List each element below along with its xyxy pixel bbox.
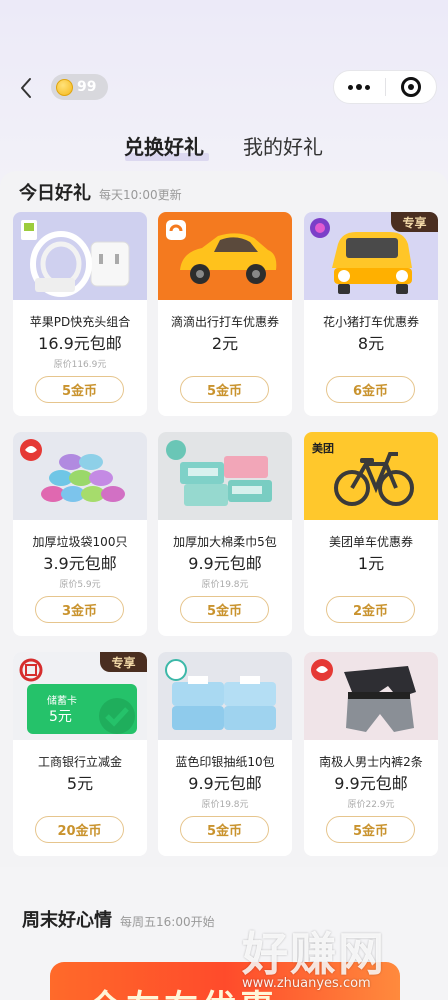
tab-my-gifts[interactable]: 我的好礼: [243, 131, 323, 160]
gift-original-price: 原价22.9元: [347, 800, 395, 810]
meituan-bike-image: 美团: [304, 432, 438, 520]
gift-price: 9.9元包邮: [334, 774, 408, 793]
gift-name: 蓝色印银抽纸10包: [175, 755, 275, 769]
meituan-logo-text: 美团: [312, 442, 334, 455]
gift-card-huaxiaozhu-coupon[interactable]: 专享 花小猪打车优惠券 8元 6金币: [304, 212, 438, 416]
gift-price: 16.9元包邮: [38, 334, 122, 353]
more-icon[interactable]: [334, 84, 385, 90]
gift-card-underwear[interactable]: 南极人男士内裤2条 9.9元包邮 原价22.9元 5金币: [304, 652, 438, 856]
section-title: 今日好礼: [19, 183, 91, 204]
watermark-url: www.zhuanyes.com: [242, 976, 371, 991]
section-subtitle: 每天10:00更新: [99, 188, 182, 202]
icbc-card-title: 储蓄卡: [47, 696, 77, 707]
gift-card-icbc[interactable]: 储蓄卡 5元 专享 工商银行立减金 5元 20金币: [13, 652, 147, 856]
gift-original-price: 原价5.9元: [59, 580, 101, 590]
close-icon[interactable]: [385, 77, 436, 97]
gift-original-price: 原价116.9元: [53, 360, 107, 370]
didi-car-image: [158, 212, 292, 300]
gift-price: 5元: [66, 774, 94, 793]
panel-header: 今日好礼 每天10:00更新: [19, 179, 182, 205]
gift-card-apple-charger[interactable]: 苹果PD快充头组合 16.9元包邮 原价116.9元 5金币: [13, 212, 147, 416]
weekend-subtitle: 每周五16:00开始: [120, 915, 215, 929]
site-watermark: 好赚网 www.zhuanyes.com: [236, 918, 436, 998]
back-arrow-icon[interactable]: [16, 76, 38, 100]
redeem-button[interactable]: 5金币: [35, 376, 124, 403]
watermark-logo: 好赚网: [242, 927, 386, 981]
coin-count: 99: [77, 79, 97, 95]
gift-price: 3.9元包邮: [43, 554, 117, 573]
today-gifts-panel: 今日好礼 每天10:00更新 苹果PD快充头组合 16.9元包邮 原价116.9…: [0, 171, 448, 867]
gift-card-meituan-bike[interactable]: 美团 美团单车优惠券 1元 2金币: [304, 432, 438, 636]
redeem-button[interactable]: 20金币: [35, 816, 124, 843]
redeem-button[interactable]: 6金币: [326, 376, 415, 403]
gift-name: 美团单车优惠券: [328, 535, 413, 549]
gift-name: 苹果PD快充头组合: [29, 315, 131, 329]
redeem-button[interactable]: 5金币: [180, 376, 269, 403]
coin-icon: [56, 78, 73, 96]
gift-name: 花小猪打车优惠券: [322, 315, 419, 329]
gift-name: 加厚加大棉柔巾5包: [173, 535, 277, 549]
cotton-towels-image: [158, 432, 292, 520]
coin-balance[interactable]: 99: [51, 74, 108, 100]
gift-name: 南极人男士内裤2条: [319, 755, 423, 769]
redeem-button[interactable]: 5金币: [180, 596, 269, 623]
gift-card-tissue[interactable]: 蓝色印银抽纸10包 9.9元包邮 原价19.8元 5金币: [158, 652, 292, 856]
tab-bar: 兑换好礼 我的好礼: [0, 131, 448, 165]
redeem-button[interactable]: 5金币: [326, 816, 415, 843]
icbc-card-amount: 5元: [49, 709, 72, 725]
gift-original-price: 原价19.8元: [201, 800, 249, 810]
gift-price: 8元: [357, 334, 385, 353]
tab-redeem[interactable]: 兑换好礼: [124, 131, 204, 160]
underwear-image: [304, 652, 438, 740]
gift-price: 9.9元包邮: [188, 774, 262, 793]
charger-image: [13, 212, 147, 300]
exclusive-badge: 专享: [391, 212, 438, 232]
gift-name: 工商银行立减金: [37, 755, 122, 769]
redeem-button[interactable]: 3金币: [35, 596, 124, 623]
gift-name: 加厚垃圾袋100只: [32, 535, 128, 549]
trash-bags-image: [13, 432, 147, 520]
exclusive-badge: 专享: [100, 652, 147, 672]
gift-price: 9.9元包邮: [188, 554, 262, 573]
top-bar: 99: [0, 70, 448, 106]
miniprogram-capsule: [333, 70, 437, 104]
tissue-image: [158, 652, 292, 740]
redeem-button[interactable]: 5金币: [180, 816, 269, 843]
weekend-header: 周末好心情 每周五16:00开始: [22, 906, 215, 932]
gift-original-price: 原价19.8元: [201, 580, 249, 590]
gift-card-didi-coupon[interactable]: 滴滴出行打车优惠券 2元 5金币: [158, 212, 292, 416]
gift-price: 2元: [211, 334, 239, 353]
gift-price: 1元: [357, 554, 385, 573]
weekend-title: 周末好心情: [22, 910, 112, 931]
redeem-button[interactable]: 2金币: [326, 596, 415, 623]
gift-card-cotton-towels[interactable]: 加厚加大棉柔巾5包 9.9元包邮 原价19.8元 5金币: [158, 432, 292, 636]
gift-card-trash-bags[interactable]: 加厚垃圾袋100只 3.9元包邮 原价5.9元 3金币: [13, 432, 147, 636]
gift-name: 滴滴出行打车优惠券: [170, 315, 279, 329]
